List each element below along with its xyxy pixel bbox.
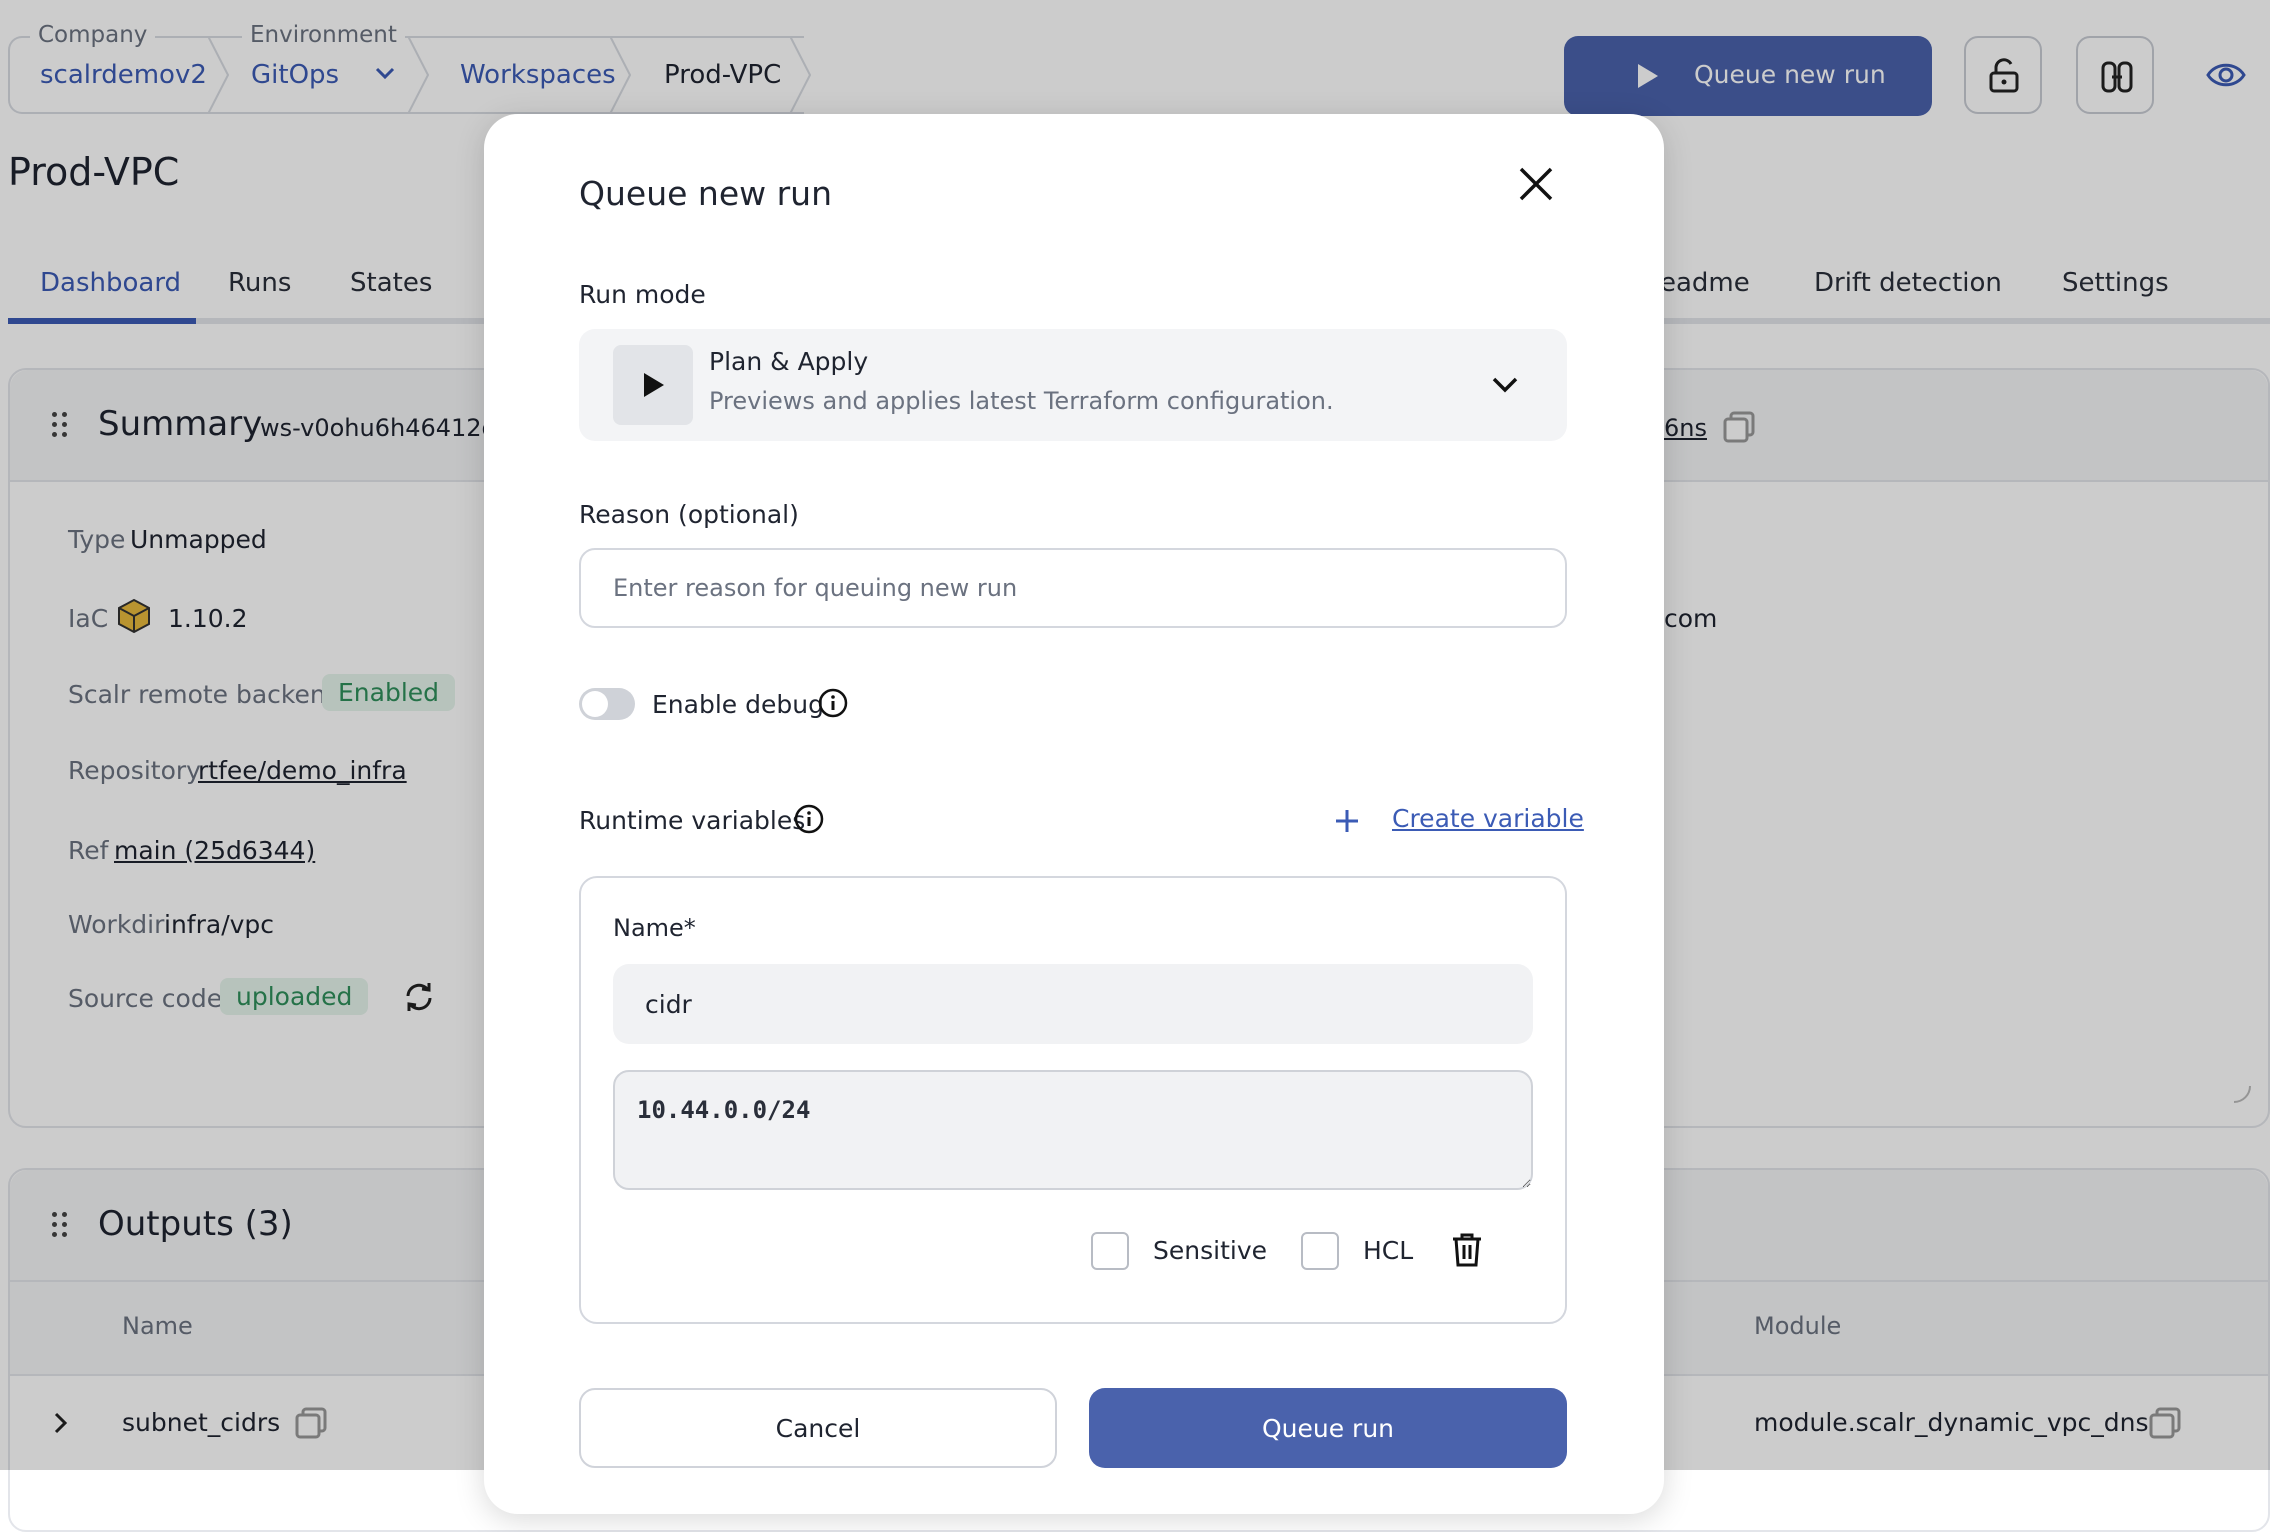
hcl-checkbox[interactable] bbox=[1301, 1232, 1339, 1270]
cancel-button[interactable]: Cancel bbox=[579, 1388, 1057, 1468]
variable-name-label: Name* bbox=[613, 914, 696, 942]
variable-value-textarea[interactable]: 10.44.0.0/24 bbox=[613, 1070, 1533, 1190]
queue-run-button[interactable]: Queue run bbox=[1089, 1388, 1567, 1468]
queue-new-run-modal: Queue new run Run mode Plan & Apply Prev… bbox=[484, 114, 1664, 1514]
run-mode-description: Previews and applies latest Terraform co… bbox=[709, 387, 1334, 415]
run-mode-title: Plan & Apply bbox=[709, 347, 869, 376]
chevron-down-icon[interactable] bbox=[1491, 376, 1519, 394]
plus-icon[interactable] bbox=[1334, 808, 1360, 834]
reason-input[interactable] bbox=[579, 548, 1567, 628]
modal-title: Queue new run bbox=[579, 174, 832, 213]
hcl-label: HCL bbox=[1363, 1236, 1414, 1265]
close-icon[interactable] bbox=[1518, 166, 1554, 202]
trash-icon[interactable] bbox=[1451, 1232, 1483, 1268]
play-icon bbox=[644, 373, 664, 397]
enable-debug-toggle[interactable] bbox=[579, 688, 635, 720]
sensitive-label: Sensitive bbox=[1153, 1236, 1267, 1265]
run-mode-icon-tile bbox=[613, 345, 693, 425]
info-icon[interactable] bbox=[818, 688, 848, 718]
toggle-knob bbox=[582, 691, 608, 717]
run-mode-label: Run mode bbox=[579, 280, 706, 309]
runtime-variables-label: Runtime variables bbox=[579, 806, 806, 835]
sensitive-checkbox[interactable] bbox=[1091, 1232, 1129, 1270]
create-variable-link[interactable]: Create variable bbox=[1392, 804, 1584, 833]
info-icon[interactable] bbox=[794, 804, 824, 834]
variable-name-input[interactable] bbox=[613, 964, 1533, 1044]
run-mode-select[interactable]: Plan & Apply Previews and applies latest… bbox=[579, 329, 1567, 441]
reason-label: Reason (optional) bbox=[579, 500, 799, 529]
runtime-variable-card: Name* 10.44.0.0/24 Sensitive HCL bbox=[579, 876, 1567, 1324]
enable-debug-label: Enable debug bbox=[652, 690, 824, 719]
